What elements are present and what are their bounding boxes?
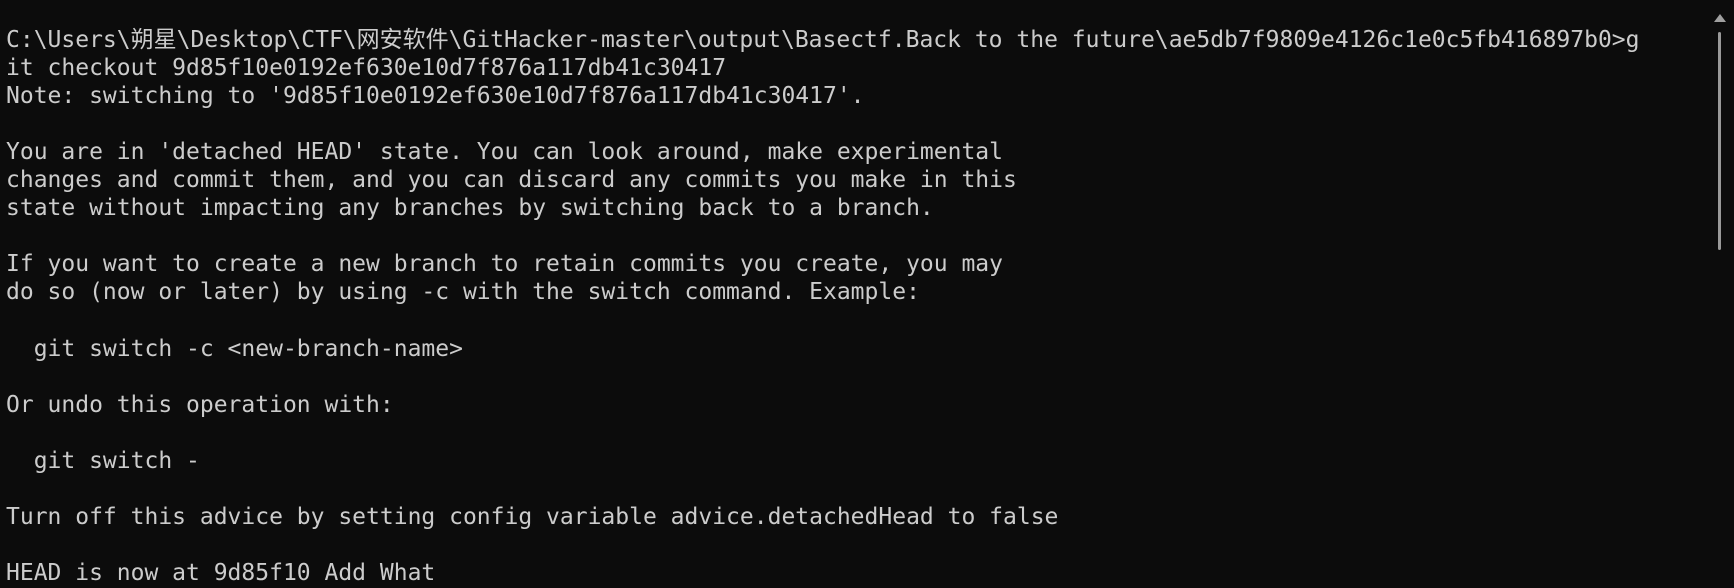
terminal-line: Turn off this advice by setting config v…: [6, 503, 1059, 530]
terminal-output: C:\Users\朔星\Desktop\CTF\网安软件\GitHacker-m…: [6, 26, 1640, 587]
terminal-line: git switch -c <new-branch-name>: [6, 335, 463, 362]
scroll-up-icon[interactable]: [1714, 14, 1726, 22]
terminal-line: it checkout 9d85f10e0192ef630e10d7f876a1…: [6, 55, 727, 82]
terminal-line: HEAD is now at 9d85f10 Add What: [6, 559, 436, 586]
vertical-scrollbar[interactable]: [1706, 0, 1734, 588]
terminal-line: C:\Users\朔星\Desktop\CTF\网安软件\GitHacker-m…: [6, 27, 1640, 53]
terminal-line: do so (now or later) by using -c with th…: [6, 279, 920, 306]
terminal-window[interactable]: C:\Users\朔星\Desktop\CTF\网安软件\GitHacker-m…: [0, 0, 1706, 588]
terminal-line: git switch -: [6, 447, 200, 474]
terminal-line: Note: switching to '9d85f10e0192ef630e10…: [6, 83, 865, 110]
terminal-line: Or undo this operation with:: [6, 391, 394, 418]
terminal-line: changes and commit them, and you can dis…: [6, 167, 1017, 194]
terminal-line: state without impacting any branches by …: [6, 195, 934, 222]
scrollbar-thumb[interactable]: [1718, 32, 1721, 250]
terminal-line: You are in 'detached HEAD' state. You ca…: [6, 139, 1003, 166]
terminal-line: If you want to create a new branch to re…: [6, 251, 1003, 278]
